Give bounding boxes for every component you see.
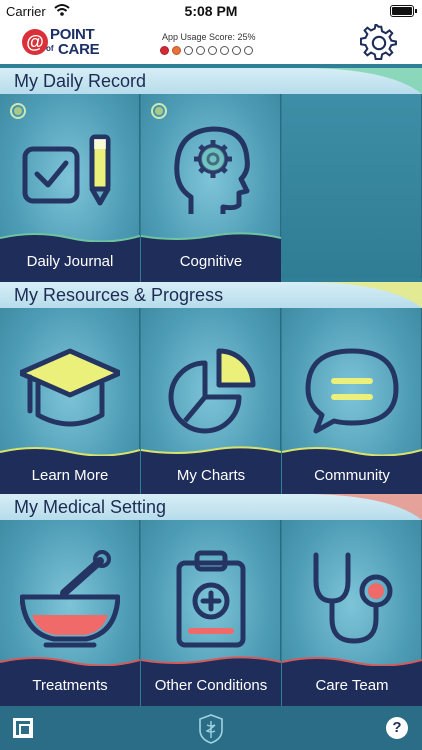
app-header: @ POINT of CARE App Usage Score: 25% (0, 22, 422, 64)
tile-label: Community (282, 456, 422, 496)
tile-care-team[interactable]: Care Team (282, 520, 422, 706)
usage-dot (172, 46, 181, 55)
mortar-pestle-icon (20, 550, 120, 648)
tile-treatments[interactable]: Treatments (0, 520, 140, 706)
tile-label: Care Team (282, 666, 422, 706)
usage-dot (196, 46, 205, 55)
usage-dot (232, 46, 241, 55)
graduation-cap-icon (20, 348, 120, 427)
section-title-text: My Medical Setting (14, 497, 167, 517)
menu-square-icon[interactable] (13, 718, 33, 738)
section-title-text: My Resources & Progress (14, 285, 224, 305)
tile-daily-journal[interactable]: Daily Journal (0, 94, 140, 282)
logo-word-care: CARE (58, 41, 100, 58)
journal-checkbox-pencil-icon (22, 134, 111, 206)
completion-radio (151, 103, 167, 119)
point-of-care-logo: @ POINT of CARE (22, 26, 112, 58)
status-time: 5:08 PM (184, 3, 238, 19)
tile-empty (282, 94, 422, 278)
clipboard-medical-icon (176, 550, 246, 648)
usage-score-label: App Usage Score: 25% (162, 32, 256, 42)
usage-dot (184, 46, 193, 55)
usage-dot (244, 46, 253, 55)
stethoscope-icon (313, 552, 393, 644)
help-button[interactable]: ? (386, 717, 408, 739)
tile-label: Learn More (0, 456, 140, 496)
status-bar: Carrier 5:08 PM (0, 0, 422, 22)
tile-label: Other Conditions (141, 666, 281, 706)
section-swoosh (272, 68, 422, 94)
battery-icon (390, 5, 417, 17)
speech-bubble-icon (305, 348, 399, 434)
tile-community[interactable]: Community (282, 308, 422, 496)
section-swoosh (272, 282, 422, 308)
section-swoosh (272, 494, 422, 520)
section-title-text: My Daily Record (14, 71, 147, 91)
tile-other-conditions[interactable]: Other Conditions (141, 520, 281, 706)
tile-my-charts[interactable]: My Charts (141, 308, 281, 496)
tile-label: My Charts (141, 456, 281, 496)
section-my-daily-record: My Daily Record (0, 68, 422, 94)
pie-chart-icon (168, 348, 256, 434)
logo-word-of: of (46, 44, 54, 53)
section-my-resources-progress: My Resources & Progress (0, 282, 422, 308)
tile-label: Daily Journal (0, 242, 140, 282)
usage-dot (208, 46, 217, 55)
usage-dot (220, 46, 229, 55)
usage-dot (160, 46, 169, 55)
medical-emblem-icon[interactable] (198, 714, 224, 744)
brain-head-gear-icon (174, 126, 250, 214)
tile-label: Cognitive (141, 242, 281, 282)
bottom-toolbar: ? (0, 706, 422, 750)
section-my-medical-setting: My Medical Setting (0, 494, 422, 520)
tile-label: Treatments (0, 666, 140, 706)
settings-gear-icon[interactable] (360, 24, 398, 62)
tile-learn-more[interactable]: Learn More (0, 308, 140, 496)
tile-cognitive[interactable]: Cognitive (141, 94, 281, 282)
logo-at-symbol: @ (22, 29, 48, 55)
completion-radio (10, 103, 26, 119)
usage-score-indicator (160, 46, 253, 55)
